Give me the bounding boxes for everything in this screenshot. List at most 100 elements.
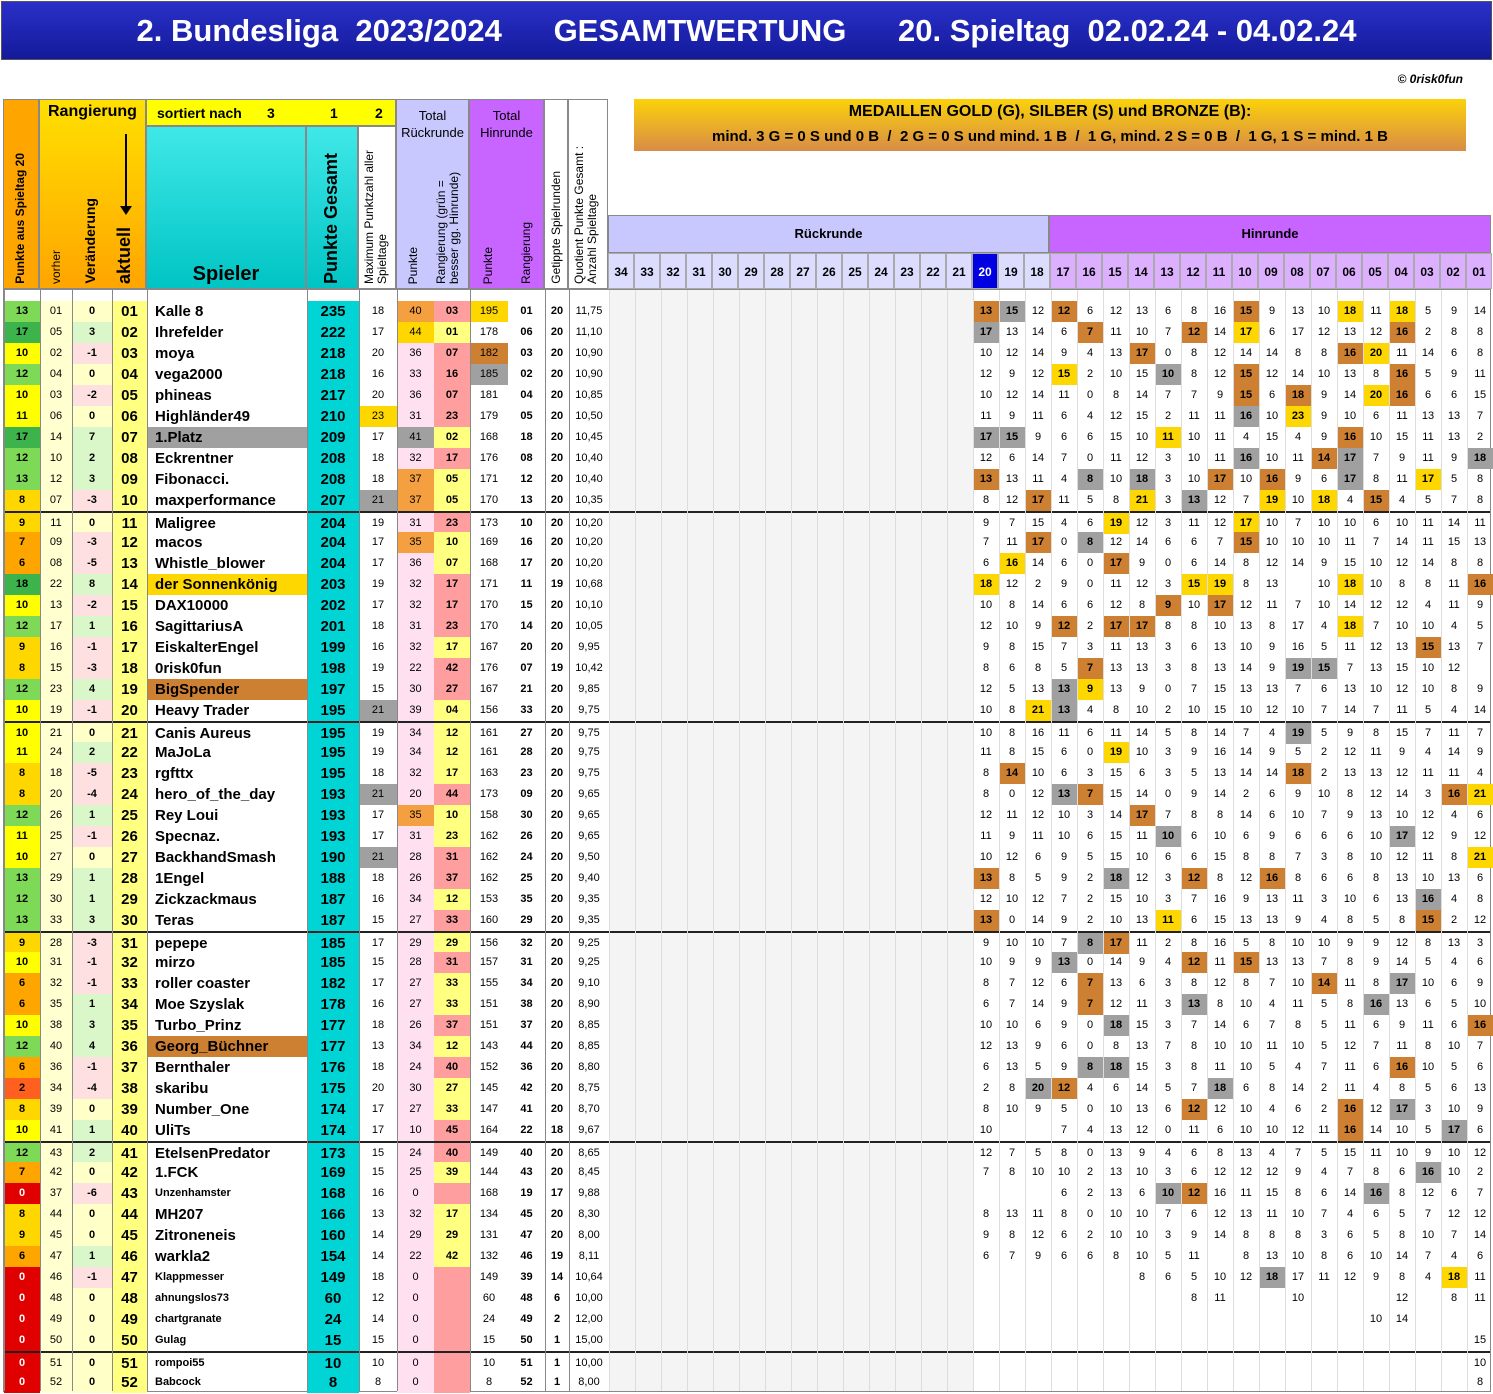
- cell-hr: 163: [479, 767, 499, 779]
- cell-total: 177: [307, 1036, 359, 1057]
- matchday-score: [1207, 1309, 1233, 1330]
- matchday-score: 10: [1135, 1208, 1149, 1220]
- matchday-score: 9: [1034, 956, 1042, 968]
- matchday-score: 7: [1268, 977, 1276, 989]
- cell-q: 9,75: [578, 746, 600, 758]
- matchday-score: 6: [982, 557, 990, 569]
- cell-rank: 26: [112, 826, 147, 847]
- matchday-score: 10: [1213, 830, 1227, 842]
- matchday-score: 4: [1320, 914, 1328, 926]
- matchday-score: 12: [1395, 683, 1409, 695]
- cell-rank: 44: [112, 1204, 147, 1225]
- cell-chg: 2: [72, 448, 112, 469]
- cell-rr: 41: [397, 427, 434, 448]
- matchday-score: 3: [1164, 746, 1172, 758]
- cell-hr: 181: [479, 389, 499, 401]
- cell-p20: 6: [4, 1246, 40, 1267]
- matchday-score: 10: [1109, 1103, 1123, 1115]
- cell-rr: 27: [397, 1099, 434, 1120]
- matchday-score: 6: [1060, 326, 1068, 338]
- cell-rrr: 33: [434, 910, 470, 931]
- matchday-score: 6: [1424, 389, 1432, 401]
- matchday-score: 13: [1265, 914, 1279, 926]
- matchday-score: 0: [1086, 1019, 1094, 1031]
- cell-name: Zickzackmaus: [155, 891, 257, 908]
- cell-rank: 06: [112, 406, 147, 427]
- cell-total: 168: [307, 1183, 359, 1204]
- cell-prev: 11: [40, 513, 72, 534]
- cell-rrr: 17: [434, 763, 470, 784]
- cell-prev: 16: [40, 637, 72, 658]
- cell-max: 18: [371, 620, 385, 632]
- matchday-score: 18: [1259, 1267, 1285, 1288]
- matchday-score: [1129, 1372, 1155, 1393]
- matchday-score: 13: [1051, 679, 1077, 700]
- matchday-score: 9: [1476, 746, 1484, 758]
- cell-p20: 12: [4, 679, 40, 700]
- matchday-score: 12: [1265, 557, 1279, 569]
- cell-chg: -3: [72, 532, 112, 553]
- matchday-score: 15: [1135, 1061, 1149, 1073]
- cell-prev: 33: [40, 910, 72, 931]
- matchday-score: 3: [1424, 788, 1432, 800]
- cell-q: 9,95: [578, 641, 600, 653]
- matchday-score: 6: [1190, 536, 1198, 548]
- matchday-score: 12: [1265, 1166, 1279, 1178]
- cell-q: 11,10: [575, 326, 603, 338]
- cell-gs: 20: [550, 326, 564, 338]
- cell-hr: 132: [479, 1250, 499, 1262]
- cell-gs: 17: [550, 1187, 564, 1199]
- cell-hrr: 35: [520, 893, 533, 905]
- matchday-score: 7: [1216, 536, 1224, 548]
- cell-total: 202: [307, 595, 359, 616]
- matchday-score: 18: [1285, 385, 1311, 406]
- cell-prev: 42: [40, 1162, 72, 1183]
- matchday-score: 11: [1214, 1061, 1226, 1073]
- matchday-score: 9: [1398, 746, 1406, 758]
- matchday-score: 13: [1369, 809, 1383, 821]
- matchday-score: [1207, 1353, 1233, 1374]
- matchday-score: 12: [1031, 368, 1045, 380]
- cell-q: 10,68: [575, 578, 603, 590]
- cell-chg: -1: [72, 973, 112, 994]
- cell-hr: 170: [479, 599, 499, 611]
- matchday-score: [999, 1372, 1025, 1393]
- matchday-score: 14: [1213, 788, 1227, 800]
- matchday-score: 7: [1077, 658, 1103, 679]
- cell-total: 208: [307, 448, 359, 469]
- matchday-score: 13: [1005, 1040, 1019, 1052]
- matchday-score: 9: [1060, 872, 1068, 884]
- cell-total: 187: [307, 889, 359, 910]
- matchday-score: 8: [1346, 851, 1354, 863]
- matchday-score: 7: [1190, 683, 1198, 695]
- table-row: 0 37 -6 43 Unzenhamster 168 16 0 168 19 17 9,88 6 2 13…: [4, 1183, 1490, 1204]
- matchday-score: 12: [1051, 1078, 1077, 1099]
- cell-p20: 13: [4, 868, 40, 889]
- matchday-score: 14: [1109, 809, 1123, 821]
- matchday-score: 15: [1181, 574, 1207, 595]
- matchday-score: 14: [1031, 326, 1045, 338]
- matchday-score: 12: [979, 452, 993, 464]
- cell-p20: 12: [4, 1036, 40, 1057]
- cell-prev: 31: [40, 952, 72, 973]
- cell-rrr: 04: [434, 700, 470, 721]
- matchday-score: 11: [1136, 937, 1148, 949]
- matchday-score: 11: [1448, 727, 1460, 739]
- matchday-score: 2: [982, 1082, 990, 1094]
- cell-prev: 06: [40, 406, 72, 427]
- matchday-score: 9: [1060, 578, 1068, 590]
- matchday-score: 6: [1476, 809, 1484, 821]
- cell-name: Klappmesser: [155, 1271, 225, 1283]
- cell-name: UliTs: [155, 1122, 191, 1139]
- cell-rrr: 33: [434, 1099, 470, 1120]
- matchday-score: 12: [1447, 1208, 1461, 1220]
- matchday-score: 4: [1424, 599, 1432, 611]
- matchday-score: 2: [1320, 746, 1328, 758]
- matchday-score: 0: [1086, 1040, 1094, 1052]
- matchday-score: 6: [982, 998, 990, 1010]
- matchday-score: 7: [1476, 1187, 1484, 1199]
- matchday-score: 15: [1473, 389, 1487, 401]
- cell-total: 193: [307, 805, 359, 826]
- matchday-score: 10: [1135, 704, 1149, 716]
- cell-p20: 0: [4, 1353, 40, 1374]
